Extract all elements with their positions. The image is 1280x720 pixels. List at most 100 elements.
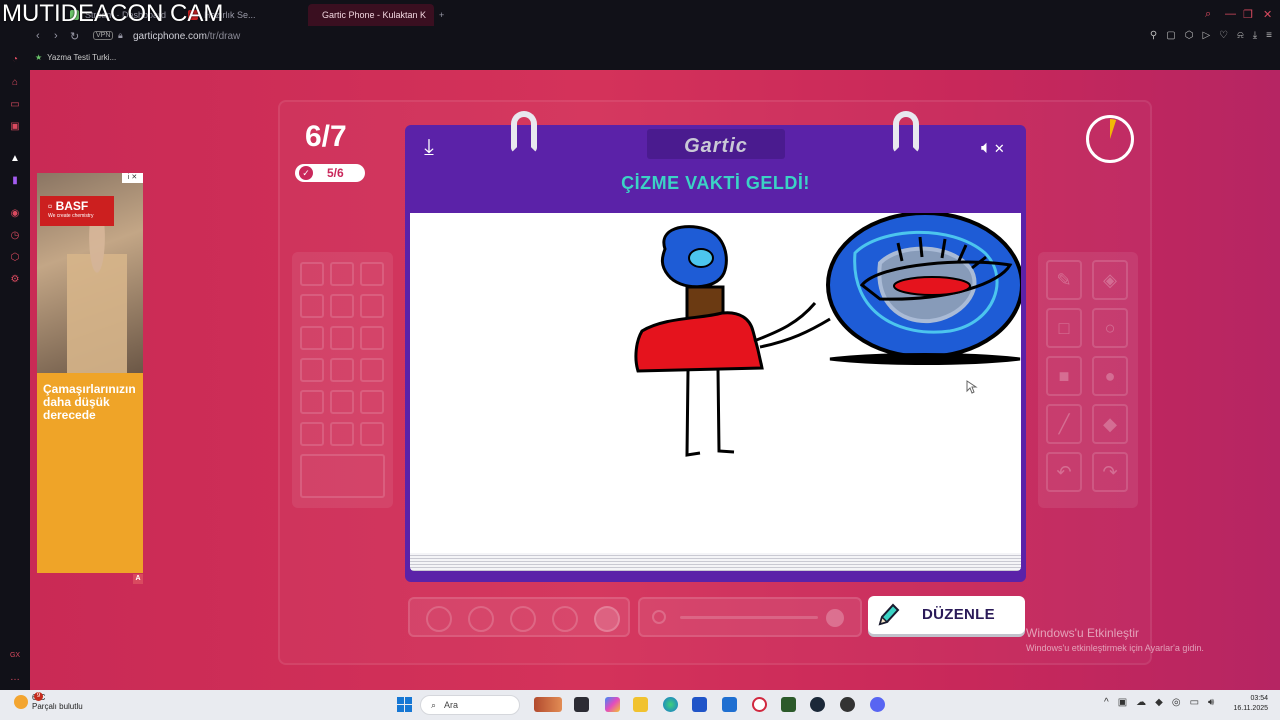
start-button[interactable]	[397, 697, 412, 712]
snapshot-icon[interactable]: ▢	[1166, 30, 1175, 41]
forward-icon[interactable]: ›	[54, 30, 58, 42]
color-swatch[interactable]	[330, 326, 354, 350]
tray-app-icon[interactable]: ▣	[1118, 697, 1127, 708]
tray-chevron-icon[interactable]: ^	[1104, 697, 1109, 708]
new-tab-button[interactable]: +	[436, 4, 452, 26]
custom-color-swatch[interactable]	[300, 454, 385, 498]
redo-tool-icon[interactable]: ↷	[1092, 452, 1128, 492]
tray-cloud-icon[interactable]: ☁	[1136, 697, 1146, 708]
pin-icon[interactable]: ⚲	[1150, 30, 1157, 41]
edge-icon[interactable]	[663, 697, 678, 712]
sidebar-history-icon[interactable]: ◷	[9, 230, 21, 242]
color-swatch[interactable]	[360, 390, 384, 414]
undo-tool-icon[interactable]: ↶	[1046, 452, 1082, 492]
ad-person-image	[67, 203, 127, 373]
url-field[interactable]: garticphone.com/tr/draw	[133, 31, 240, 42]
file-explorer-icon[interactable]	[633, 697, 648, 712]
play-icon[interactable]: ▷	[1202, 30, 1210, 41]
color-swatch[interactable]	[300, 294, 324, 318]
taskbar-clock[interactable]: 03:54 16.11.2025	[1228, 694, 1268, 714]
line-tool-icon[interactable]: ╱	[1046, 404, 1082, 444]
search-tabs-icon[interactable]: ⌕	[1205, 8, 1211, 21]
brush-size-option[interactable]	[552, 606, 578, 632]
weather-widget[interactable]: 9 6°C Parçalı bulutlu	[14, 692, 83, 711]
discord-icon[interactable]	[870, 697, 885, 712]
color-swatch[interactable]	[360, 294, 384, 318]
advertisement[interactable]: i ✕ ▫ BASF We create chemistry Çamaşırla…	[37, 173, 143, 573]
opacity-slider[interactable]	[638, 597, 862, 637]
sidebar-speed-icon[interactable]: ◔	[9, 54, 21, 66]
edit-button[interactable]: DÜZENLE	[868, 596, 1025, 634]
brush-size-option[interactable]	[468, 606, 494, 632]
fill-bucket-tool-icon[interactable]: ◆	[1092, 404, 1128, 444]
taskbar-search[interactable]: ⌕ Ara	[420, 695, 520, 715]
minecraft-icon[interactable]	[781, 697, 796, 712]
ellipse-tool-icon[interactable]: ○	[1092, 308, 1128, 348]
sidebar-more-icon[interactable]: …	[9, 672, 21, 684]
widget-village-icon[interactable]	[534, 697, 562, 712]
outlook-icon[interactable]	[722, 697, 737, 712]
task-view-icon[interactable]	[574, 697, 589, 712]
color-swatch[interactable]	[300, 358, 324, 382]
back-icon[interactable]: ‹	[36, 30, 40, 42]
pencil-tool-icon[interactable]: ✎	[1046, 260, 1082, 300]
sidebar-chat-icon[interactable]: ▭	[9, 99, 21, 111]
filled-rectangle-tool-icon[interactable]: ■	[1046, 356, 1082, 396]
color-swatch[interactable]	[330, 390, 354, 414]
ad-brand-logo: ▫ BASF We create chemistry	[40, 196, 114, 226]
sidebar-m-icon[interactable]: ▣	[9, 121, 21, 133]
download-drawing-icon[interactable]: ⤓	[417, 135, 441, 159]
maximize-icon[interactable]: ❐	[1243, 8, 1253, 21]
sidebar-gx-icon[interactable]: GX	[9, 650, 21, 662]
sidebar-twitch-icon[interactable]: ▮	[9, 175, 21, 187]
filled-ellipse-tool-icon[interactable]: ●	[1092, 356, 1128, 396]
download-icon[interactable]: ⤓	[1253, 30, 1257, 41]
sidebar-settings-icon[interactable]: ⚙	[9, 274, 21, 286]
close-icon[interactable]: ✕	[1263, 8, 1272, 21]
sidebar-extensions-icon[interactable]: ⬡	[9, 252, 21, 264]
opacity-thumb[interactable]	[826, 609, 844, 627]
sidebar-player-icon[interactable]: ◉	[9, 208, 21, 220]
color-swatch[interactable]	[360, 358, 384, 382]
vpn-badge[interactable]: VPN	[93, 31, 114, 40]
tray-steam-icon[interactable]: ◎	[1172, 697, 1181, 708]
store-icon[interactable]	[692, 697, 707, 712]
sidebar-a-icon[interactable]: ▲	[9, 153, 21, 165]
color-swatch[interactable]	[300, 390, 324, 414]
tray-volume-icon[interactable]: 🔊︎	[1208, 697, 1214, 708]
color-swatch[interactable]	[360, 422, 384, 446]
reload-icon[interactable]: ↻	[70, 30, 79, 43]
color-swatch[interactable]	[360, 326, 384, 350]
color-swatch[interactable]	[360, 262, 384, 286]
browser-tab-active[interactable]: Gartic Phone - Kulaktan K	[308, 4, 434, 26]
menu-icon[interactable]: ≡	[1266, 30, 1272, 41]
bell-icon[interactable]: ⍾	[1237, 30, 1244, 41]
color-swatch[interactable]	[300, 262, 324, 286]
color-swatch[interactable]	[300, 326, 324, 350]
lock-icon[interactable]: 🔒︎	[118, 30, 123, 41]
brush-size-option[interactable]	[426, 606, 452, 632]
eraser-tool-icon[interactable]: ◈	[1092, 260, 1128, 300]
steam-icon[interactable]	[810, 697, 825, 712]
opera-gx-icon[interactable]	[752, 697, 767, 712]
rectangle-tool-icon[interactable]: □	[1046, 308, 1082, 348]
color-swatch[interactable]	[330, 358, 354, 382]
color-swatch[interactable]	[330, 262, 354, 286]
brush-size-option[interactable]	[510, 606, 536, 632]
color-swatch[interactable]	[330, 294, 354, 318]
drawing-canvas[interactable]	[410, 211, 1024, 553]
copilot-icon[interactable]	[605, 697, 620, 712]
heart-icon[interactable]: ♡	[1219, 30, 1228, 41]
mute-icon[interactable]: 🔈︎ ✕	[981, 135, 1015, 159]
tray-nvidia-icon[interactable]: ◆	[1155, 697, 1163, 708]
color-swatch[interactable]	[330, 422, 354, 446]
ad-choices-icon[interactable]: i ✕	[122, 173, 143, 183]
color-swatch[interactable]	[300, 422, 324, 446]
tray-monitor-icon[interactable]: ▭	[1190, 697, 1199, 708]
app-icon[interactable]	[840, 697, 855, 712]
sidebar-shop-icon[interactable]: ⌂	[9, 77, 21, 89]
bookmark-item[interactable]: ★ Yazma Testi Turki...	[35, 53, 116, 62]
cube-icon[interactable]: ⬡	[1185, 30, 1194, 41]
minimize-icon[interactable]: —	[1225, 8, 1236, 20]
brush-size-option[interactable]	[594, 606, 620, 632]
